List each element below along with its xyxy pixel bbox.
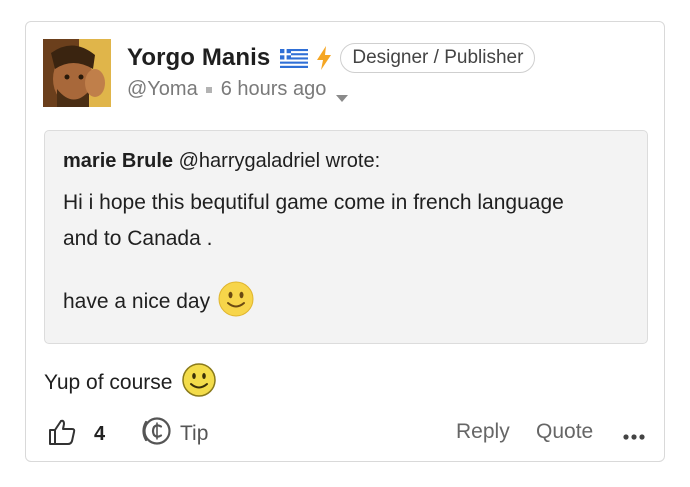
tip-button[interactable]: Tip [140,416,208,452]
smiley-emoji-icon [218,281,254,323]
greece-flag-icon [280,48,309,68]
reply-text: Yup of course [44,371,173,394]
avatar[interactable] [43,39,111,107]
post-meta: @Yoma 6 hours ago [127,78,349,102]
quote-text-closing: have a nice day [63,290,211,313]
author-row: Yorgo Manis Designer / Publisher [127,42,536,74]
post-timestamp[interactable]: 6 hours ago [221,78,327,101]
post-card: Yorgo Manis Designer / Publisher @Yoma 6… [25,21,665,462]
author-handle[interactable]: @Yoma [127,78,198,101]
chevron-down-icon[interactable] [336,86,349,102]
coin-icon[interactable] [140,416,172,452]
lightning-bolt-icon [316,46,332,70]
role-badge[interactable]: Designer / Publisher [340,43,536,73]
post-actions: 4 Tip Reply Quote [26,414,664,450]
meta-separator [205,86,212,93]
quote-author-name[interactable]: marie Brule [63,150,173,172]
like-button[interactable]: 4 [48,418,105,451]
quoted-post: marie Brule @harrygaladriel wrote: Hi i … [44,130,648,344]
quote-header: marie Brule @harrygaladriel wrote: [63,150,380,173]
reply-button[interactable]: Reply [456,420,510,444]
quote-button[interactable]: Quote [536,420,593,444]
quote-author-handle[interactable]: @harrygaladriel [179,150,320,172]
reply-body: Yup of course [44,363,217,403]
quote-text-line: and to Canada . [63,227,213,250]
smiley-emoji-icon [182,363,217,403]
like-count[interactable]: 4 [94,423,105,446]
quote-text-line: Hi i hope this bequtiful game come in fr… [63,191,564,214]
author-name[interactable]: Yorgo Manis [127,44,270,72]
tip-label[interactable]: Tip [180,422,208,446]
more-options-icon[interactable] [623,428,645,440]
thumbs-up-icon[interactable] [48,418,76,451]
quote-wrote-label: wrote: [325,150,381,172]
quote-text-line: have a nice day [63,281,254,323]
